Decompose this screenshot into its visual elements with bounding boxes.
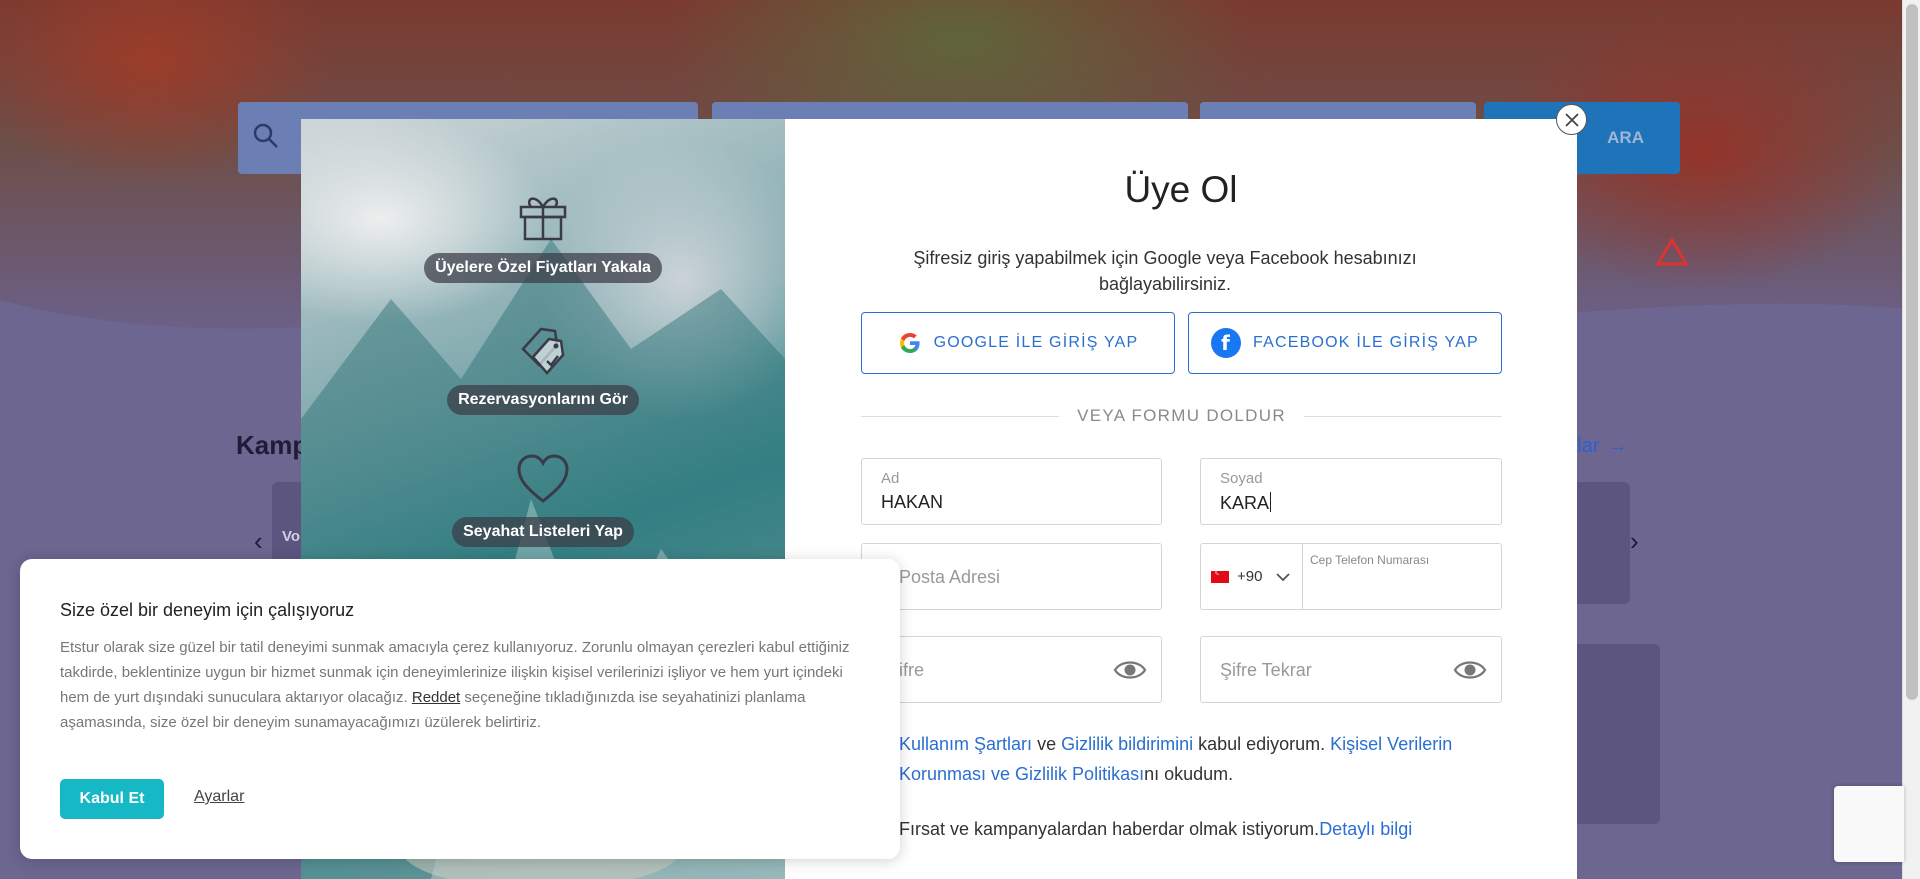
- eye-icon[interactable]: [1453, 657, 1487, 683]
- cookie-description: Etstur olarak size güzel bir tatil deney…: [60, 635, 860, 735]
- chevron-down-icon: [1276, 572, 1291, 581]
- terms-text: ve: [1032, 734, 1062, 754]
- eye-icon[interactable]: [1113, 657, 1147, 683]
- email-placeholder: Posta Adresi: [899, 567, 1001, 587]
- last-name-value: KARA: [1220, 492, 1272, 514]
- arrow-right-icon: →: [1607, 435, 1628, 457]
- google-login-label: GOOGLE İLE GİRİŞ YAP: [933, 334, 1139, 351]
- first-name-value: HAKAN: [881, 492, 944, 512]
- turkey-flag-icon: [1211, 567, 1229, 583]
- campaigns-title: Kamp: [236, 430, 309, 460]
- or-divider: VEYA FORMU DOLDUR: [861, 406, 1502, 426]
- cookie-settings-link[interactable]: Ayarlar: [194, 788, 244, 806]
- gift-icon: [519, 197, 567, 241]
- country-code-select[interactable]: +90: [1201, 544, 1303, 609]
- divider-line: [861, 415, 1060, 417]
- scrollbar[interactable]: [1902, 0, 1920, 879]
- divider-label: VEYA FORMU DOLDUR: [1077, 406, 1286, 425]
- cookie-title: Size özel bir deneyim için çalışıyoruz: [60, 600, 355, 620]
- facebook-icon: f: [1211, 328, 1242, 358]
- close-modal-button[interactable]: [1556, 104, 1587, 135]
- recaptcha-badge[interactable]: [1834, 786, 1904, 862]
- password-field[interactable]: ifre: [861, 636, 1162, 703]
- benefit-reservations: Rezervasyonlarını Gör: [301, 319, 785, 415]
- chevron-right-icon[interactable]: ›: [1630, 526, 1639, 557]
- promo-text: Fırsat ve kampanyalardan haberdar olmak …: [899, 819, 1320, 839]
- email-field[interactable]: Posta Adresi: [861, 543, 1162, 610]
- first-name-label: Ad: [881, 470, 900, 487]
- phone-field[interactable]: +90 Cep Telefon Numarası: [1200, 543, 1502, 610]
- benefit-label: Seyahat Listeleri Yap: [452, 517, 634, 547]
- terms-text: kabul ediyorum.: [1193, 734, 1331, 754]
- modal-subtitle: Şifresiz giriş yapabilmek için Google ve…: [913, 248, 1417, 294]
- password-repeat-placeholder: Şifre Tekrar: [1220, 660, 1312, 680]
- google-icon: [899, 333, 920, 353]
- last-name-text: KARA: [1220, 493, 1270, 513]
- reject-cookies-link[interactable]: Reddet: [412, 689, 460, 706]
- benefit-label: Rezervasyonlarını Gör: [447, 385, 639, 415]
- heart-icon: [517, 454, 569, 503]
- last-name-label: Soyad: [1220, 470, 1263, 487]
- password-placeholder: ifre: [899, 660, 925, 680]
- accept-cookies-button[interactable]: Kabul Et: [60, 779, 164, 819]
- chevron-left-icon[interactable]: ‹: [254, 526, 263, 557]
- modal-title: Üye Ol: [1124, 169, 1238, 210]
- text-cursor: [1270, 492, 1272, 512]
- benefit-label: Üyelere Özel Fiyatları Yakala: [424, 253, 662, 283]
- close-icon: [1564, 112, 1579, 127]
- facebook-login-button[interactable]: f FACEBOOK İLE GİRİŞ YAP: [1188, 312, 1502, 374]
- promo-details-link[interactable]: Detaylı bilgi: [1319, 819, 1412, 839]
- benefit-exclusive-prices: Üyelere Özel Fiyatları Yakala: [301, 187, 785, 283]
- google-login-button[interactable]: GOOGLE İLE GİRİŞ YAP: [861, 312, 1175, 374]
- terms-of-use-link[interactable]: Kullanım Şartları: [899, 734, 1032, 754]
- facebook-login-label: FACEBOOK İLE GİRİŞ YAP: [1253, 334, 1479, 351]
- promo-consent-text: Fırsat ve kampanyalardan haberdar olmak …: [899, 819, 1412, 840]
- country-code-value: +90: [1237, 568, 1263, 585]
- first-name-field[interactable]: Ad HAKAN: [861, 458, 1162, 525]
- search-icon: [253, 123, 278, 148]
- terms-text: nı okudum.: [1144, 764, 1234, 784]
- cookie-consent-banner: Size özel bir deneyim için çalışıyoruz E…: [20, 559, 900, 859]
- tags-icon: [521, 327, 565, 375]
- privacy-notice-link[interactable]: Gizlilik bildirimini: [1061, 734, 1193, 754]
- password-repeat-field[interactable]: Şifre Tekrar: [1200, 636, 1502, 703]
- warning-icon: [1656, 238, 1688, 266]
- phone-label: Cep Telefon Numarası: [1310, 553, 1430, 567]
- last-name-field[interactable]: Soyad KARA: [1200, 458, 1502, 525]
- signup-form: Üye Ol Şifresiz giriş yapabilmek için Go…: [785, 119, 1577, 879]
- benefit-travel-lists: Seyahat Listeleri Yap: [301, 451, 785, 547]
- scrollbar-thumb[interactable]: [1906, 4, 1918, 700]
- divider-line: [1303, 415, 1502, 417]
- terms-consent-text: Kullanım Şartları ve Gizlilik bildirimin…: [899, 729, 1499, 789]
- campaign-card-label: Vo: [282, 528, 301, 545]
